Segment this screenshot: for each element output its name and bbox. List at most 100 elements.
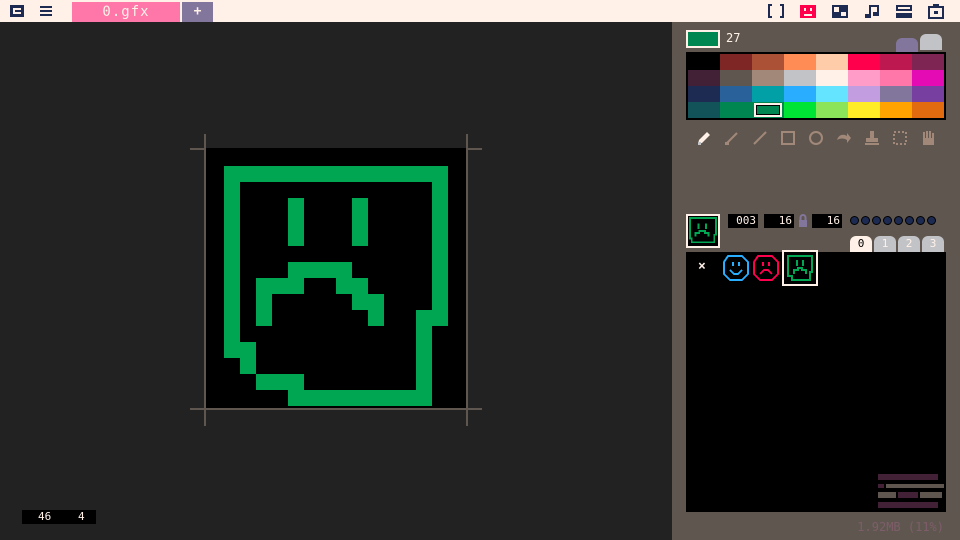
tab-sheet-2[interactable]: 2 [898,236,920,252]
canvas-pixel [288,390,432,406]
palette-swatch[interactable] [848,54,880,70]
canvas-pixel [432,166,448,326]
palette-swatch[interactable] [816,70,848,86]
sprite-thumbnail [686,214,720,248]
guide-line-bottom [190,408,482,410]
tab-sheet-1[interactable]: 1 [874,236,896,252]
memory-usage: 1.92MB (11%) [857,520,944,534]
canvas-pixel [224,342,256,358]
palette-swatch[interactable] [720,54,752,70]
sprite-height-field[interactable]: 16 [812,214,842,228]
sprite-flag-toggle[interactable] [872,216,881,225]
palette-swatch[interactable] [912,70,944,86]
minimap-block [898,492,918,498]
cart-icon[interactable] [926,3,946,22]
size-lock-icon[interactable] [797,214,809,231]
sprite-flag-toggle[interactable] [927,216,936,225]
select-icon[interactable] [890,128,910,148]
music-editor-icon[interactable] [894,3,914,22]
sprite-flag-toggle[interactable] [850,216,859,225]
sprite-flag-toggle[interactable] [894,216,903,225]
palette-swatch[interactable] [912,86,944,102]
sprite-slot-current[interactable] [782,250,818,286]
canvas-pixel [224,166,240,342]
palette-tab-1[interactable] [896,38,918,52]
palette-swatch[interactable] [688,102,720,118]
sprite-slot-sad-face[interactable] [750,252,782,284]
pencil-icon[interactable] [694,128,714,148]
sprite-flag-toggle[interactable] [861,216,870,225]
line-icon[interactable] [750,128,770,148]
canvas-pixel [352,198,368,246]
palette-swatch[interactable] [912,54,944,70]
palette-swatch[interactable] [784,102,816,118]
sprite-slot-empty[interactable]: × [690,252,722,284]
palette-swatch[interactable] [688,70,720,86]
code-editor-icon[interactable] [766,3,786,22]
palette-swatch[interactable] [752,102,784,118]
palette-swatch[interactable] [784,54,816,70]
empty-slot-marker: × [698,259,706,274]
palette-swatch[interactable] [912,102,944,118]
palette-swatch[interactable] [784,70,816,86]
rectangle-icon[interactable] [778,128,798,148]
palette-swatch[interactable] [848,86,880,102]
palette-swatch[interactable] [880,70,912,86]
color-palette [686,52,946,120]
canvas-pixel [240,358,256,374]
palette-swatch[interactable] [720,86,752,102]
cursor-coordinates: 46 4 [22,510,96,524]
palette-swatch[interactable] [688,86,720,102]
palette-swatch[interactable] [816,102,848,118]
canvas-pixel [416,310,432,390]
current-sprite-preview [787,255,813,281]
sprite-flag-toggle[interactable] [916,216,925,225]
tab-file[interactable]: 0.gfx [72,2,180,22]
sprite-flag-toggle[interactable] [905,216,914,225]
palette-swatch[interactable] [848,70,880,86]
sprite-id-field[interactable]: 003 [728,214,758,228]
sfx-editor-icon[interactable] [862,3,882,22]
palette-swatch[interactable] [720,70,752,86]
palette-swatch[interactable] [880,54,912,70]
sprite-flag-toggle[interactable] [883,216,892,225]
sprite-editor-icon[interactable] [798,3,818,22]
palette-swatch[interactable] [880,102,912,118]
palette-swatch[interactable] [784,86,816,102]
palette-swatch[interactable] [752,70,784,86]
canvas-pixel [256,374,304,390]
sheet-minimap[interactable] [878,474,944,508]
tab-sheet-0[interactable]: 0 [850,236,872,252]
palette-swatch[interactable] [816,86,848,102]
canvas-pixel [288,262,352,278]
sprite-sheet[interactable]: × [686,250,946,512]
canvas-pixel [256,278,304,294]
circle-icon[interactable] [806,128,826,148]
sprite-width-field[interactable]: 16 [764,214,794,228]
palette-swatch[interactable] [752,86,784,102]
brush-icon[interactable] [722,128,742,148]
minimap-block [920,492,942,498]
top-toolbar: 0.gfx + [0,0,960,22]
add-tab-button[interactable]: + [182,2,213,22]
side-panel: 27 003 16 16 0 1 2 3 × 1.92MB (11%) [672,22,960,540]
pan-hand-icon[interactable] [918,128,938,148]
palette-swatch[interactable] [816,54,848,70]
palette-tab-2[interactable] [920,34,942,50]
minimap-block [878,502,938,508]
palette-swatch[interactable] [688,54,720,70]
hamburger-menu-icon[interactable] [38,3,54,22]
canvas-area[interactable]: 46 4 [0,22,672,540]
sprite-canvas[interactable] [206,148,466,408]
palette-swatch[interactable] [848,102,880,118]
map-editor-icon[interactable] [830,3,850,22]
palette-swatch[interactable] [880,86,912,102]
app-logo-icon[interactable] [8,3,26,22]
palette-swatch[interactable] [752,54,784,70]
sprite-slot-happy-face[interactable] [720,252,752,284]
fill-icon[interactable] [834,128,854,148]
stamp-icon[interactable] [862,128,882,148]
canvas-pixel [288,198,304,246]
tab-sheet-3[interactable]: 3 [922,236,944,252]
palette-swatch[interactable] [720,102,752,118]
